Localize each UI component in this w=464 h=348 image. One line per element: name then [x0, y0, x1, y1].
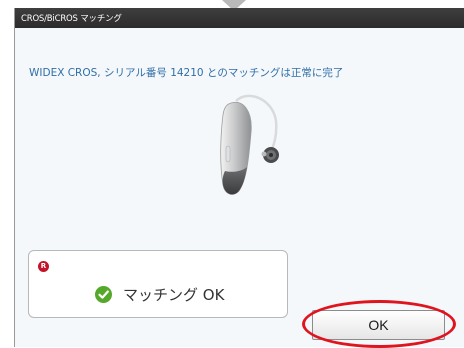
check-circle-icon	[95, 286, 112, 303]
r-badge: R	[38, 261, 49, 272]
dialog-title: CROS/BiCROS マッチング	[21, 14, 122, 24]
matching-status-box: R マッチング OK	[28, 250, 288, 318]
title-bar: CROS/BiCROS マッチング	[15, 8, 464, 28]
matching-message: WIDEX CROS, シリアル番号 14210 とのマッチングは正常に完了	[29, 67, 344, 79]
matching-status-text: マッチング OK	[123, 286, 225, 304]
ok-highlight-circle	[302, 300, 456, 348]
matching-dialog: CROS/BiCROS マッチング WIDEX CROS, シリアル番号 142…	[14, 8, 464, 348]
hearing-aid-image	[220, 94, 279, 195]
